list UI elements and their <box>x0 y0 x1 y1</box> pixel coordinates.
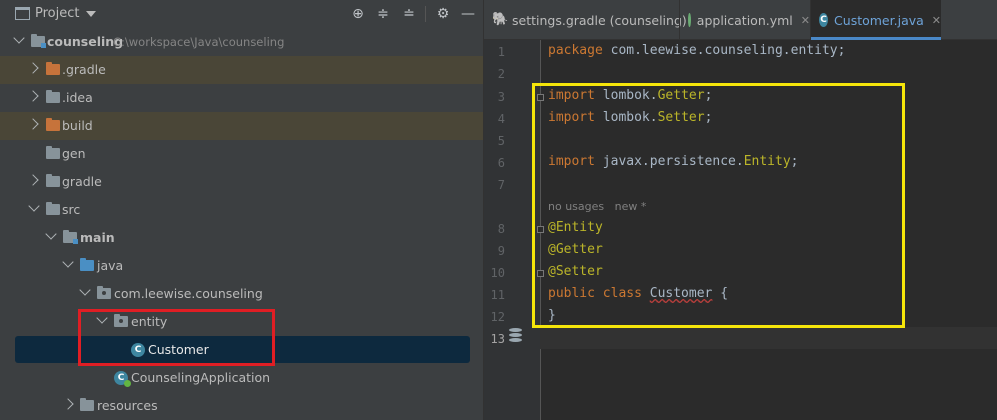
chevron-right-icon[interactable] <box>27 90 39 102</box>
chevron-down-icon[interactable] <box>45 228 57 240</box>
tree-label-idea: .idea <box>62 90 93 105</box>
resources-folder-icon <box>80 398 94 411</box>
line-number: 2 <box>497 67 505 81</box>
collapse-all-icon[interactable]: ≐ <box>400 5 418 23</box>
code-line-1[interactable]: package com.leewise.counseling.entity; <box>548 43 845 58</box>
tree-label-gradle: gradle <box>62 174 102 189</box>
current-line-highlight <box>540 327 997 349</box>
tree-row-counseling[interactable]: counseling C:\workspace\Java\counseling <box>0 28 483 56</box>
tab-customer-java[interactable]: C Customer.java ✕ <box>811 0 941 40</box>
tree-label-gen: gen <box>62 146 86 161</box>
red-annotation-box <box>78 309 275 366</box>
line-number: 7 <box>497 178 505 192</box>
line-number: 4 <box>497 112 505 126</box>
line-number: 3 <box>497 90 505 104</box>
gradle-icon: 🐘 <box>492 12 509 27</box>
chevron-right-icon[interactable] <box>27 62 39 74</box>
package-icon <box>97 286 111 299</box>
tree-row-dot-gradle[interactable]: .gradle <box>0 56 483 84</box>
folder-icon <box>46 174 60 187</box>
project-title[interactable]: Project <box>35 6 79 21</box>
yellow-annotation-box <box>532 83 905 328</box>
tree-row-gen[interactable]: gen <box>0 140 483 168</box>
tree-row-main[interactable]: main <box>0 224 483 252</box>
line-number-current: 13 <box>490 332 505 346</box>
tree-row-src[interactable]: src <box>0 196 483 224</box>
tree-label-dot-gradle: .gradle <box>62 62 106 77</box>
line-number: 1 <box>497 45 505 59</box>
line-number: 11 <box>490 288 505 302</box>
chevron-down-icon[interactable] <box>79 284 91 296</box>
chevron-right-icon[interactable] <box>27 174 39 186</box>
folder-icon <box>46 62 60 75</box>
module-folder-icon <box>31 34 46 48</box>
tab-application-yml[interactable]: application.yml ✕ <box>680 0 810 40</box>
spring-boot-class-icon: C <box>114 371 131 387</box>
tab-settings-gradle[interactable]: 🐘 settings.gradle (counseling) <box>484 0 687 40</box>
toolbar-divider <box>425 6 426 22</box>
tree-row-package[interactable]: com.leewise.counseling <box>0 280 483 308</box>
editor: 🐘 settings.gradle (counseling) applicati… <box>484 0 997 420</box>
editor-tab-bar: 🐘 settings.gradle (counseling) applicati… <box>484 0 997 40</box>
tree-row-gradle[interactable]: gradle <box>0 168 483 196</box>
folder-icon <box>46 90 60 103</box>
tree-row-resources[interactable]: resources <box>0 392 483 420</box>
tree-label-main: main <box>80 230 115 245</box>
tree-label-resources: resources <box>97 398 158 413</box>
tree-row-idea[interactable]: .idea <box>0 84 483 112</box>
tab-label: settings.gradle (counseling) <box>512 12 687 28</box>
keyword: package <box>548 43 603 58</box>
line-number: 8 <box>497 222 505 236</box>
source-folder-icon <box>80 258 94 271</box>
crosshair-icon[interactable]: ⊕ <box>349 5 367 23</box>
close-icon[interactable]: ✕ <box>801 14 810 27</box>
chevron-right-icon[interactable] <box>62 398 74 410</box>
tree-label-build: build <box>62 118 93 133</box>
java-class-icon: C <box>819 13 829 27</box>
tree-row-counseling-application[interactable]: C CounselingApplication <box>0 364 483 392</box>
tab-label: Customer.java <box>834 12 924 28</box>
close-icon[interactable]: ✕ <box>932 14 941 27</box>
project-window-icon <box>15 7 30 20</box>
chevron-down-icon[interactable] <box>13 32 25 44</box>
yml-icon <box>688 13 698 27</box>
line-number: 10 <box>490 266 505 280</box>
tree-label-java: java <box>97 258 124 273</box>
chevron-down-icon[interactable] <box>62 256 74 268</box>
chevron-right-icon[interactable] <box>27 118 39 130</box>
tree-label-counseling-application: CounselingApplication <box>131 370 271 385</box>
line-number: 5 <box>497 134 505 148</box>
tree-label-package: com.leewise.counseling <box>114 286 263 301</box>
line-number: 12 <box>490 310 505 324</box>
tree-row-build[interactable]: build <box>0 112 483 140</box>
expand-all-icon[interactable]: ≑ <box>374 5 392 23</box>
chevron-down-icon[interactable] <box>28 200 40 212</box>
line-number: 9 <box>497 244 505 258</box>
tree-root-path: C:\workspace\Java\counseling <box>113 35 285 49</box>
folder-icon <box>46 146 60 159</box>
tab-label: application.yml <box>696 12 793 28</box>
folder-icon <box>46 202 60 215</box>
database-entity-icon[interactable] <box>509 328 522 342</box>
source-root-folder-icon <box>63 230 78 244</box>
folder-icon <box>46 118 60 131</box>
project-header: Project ⊕ ≑ ≐ ⚙ — <box>0 0 483 28</box>
chevron-down-icon[interactable] <box>86 11 96 17</box>
package-path: com.leewise.counseling.entity; <box>602 43 846 58</box>
gear-icon[interactable]: ⚙ <box>434 5 452 23</box>
tree-row-java[interactable]: java <box>0 252 483 280</box>
tree-label-src: src <box>62 202 81 217</box>
tree-label-counseling: counseling <box>47 34 124 49</box>
project-panel: Project ⊕ ≑ ≐ ⚙ — counseling C:\workspac… <box>0 0 483 420</box>
line-number: 6 <box>497 156 505 170</box>
minimize-icon[interactable]: — <box>459 5 477 23</box>
